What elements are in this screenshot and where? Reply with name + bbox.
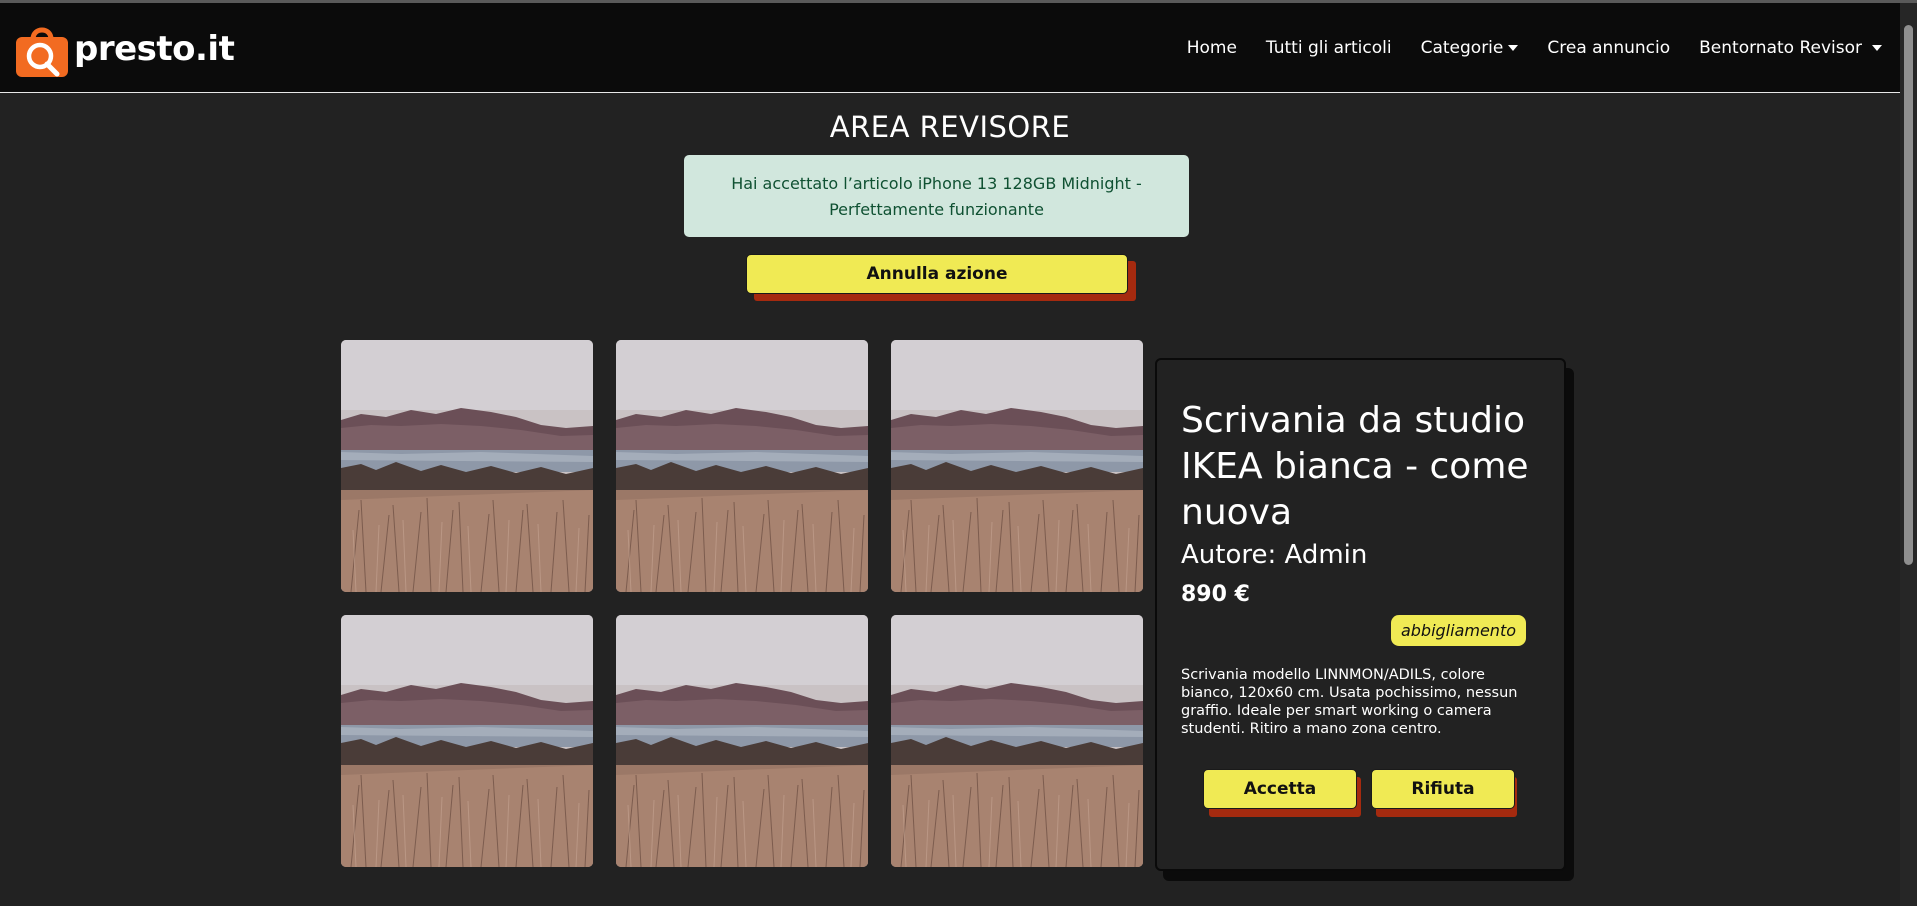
article-card: Scrivania da studio IKEA bianca - come n… (1155, 358, 1566, 871)
nav-categories-label: Categorie (1420, 37, 1504, 58)
scrollbar-thumb[interactable] (1904, 25, 1913, 565)
gallery-image (616, 340, 868, 592)
page-scrollbar[interactable] (1900, 3, 1917, 906)
article-author: Autore: Admin (1181, 540, 1368, 570)
nav-all-articles[interactable]: Tutti gli articoli (1266, 38, 1392, 58)
nav-create-listing[interactable]: Crea annuncio (1547, 38, 1670, 58)
success-alert: Hai accettato l’articolo iPhone 13 128GB… (684, 155, 1189, 237)
article-title: Scrivania da studio IKEA bianca - come n… (1181, 400, 1529, 533)
accept-button[interactable]: Accetta (1203, 769, 1357, 809)
navbar: presto.it Home Tutti gli articoli Catego… (0, 3, 1900, 93)
gallery-image (616, 615, 868, 867)
nav-home[interactable]: Home (1187, 38, 1237, 58)
nav-categories-dropdown[interactable]: Categorie (1421, 38, 1519, 58)
page-title: AREA REVISORE (829, 110, 1071, 144)
brand-name: presto.it (74, 29, 235, 69)
gallery-image (891, 615, 1143, 867)
caret-down-icon (1872, 44, 1882, 51)
nav-links: Home Tutti gli articoli Categorie Crea a… (1158, 3, 1882, 92)
caret-down-icon (1508, 44, 1519, 51)
article-description: Scrivania modello LINNMON/ADILS, colore … (1181, 667, 1518, 737)
gallery-image (341, 340, 593, 592)
gallery-image (341, 615, 593, 867)
shopping-bag-search-icon (16, 27, 68, 77)
category-badge[interactable]: abbigliamento (1390, 615, 1526, 646)
reject-button[interactable]: Rifiuta (1371, 769, 1515, 809)
nav-user-dropdown[interactable]: Bentornato Revisor (1699, 38, 1882, 58)
undo-button[interactable]: Annulla azione (746, 254, 1128, 294)
article-price: 890 € (1181, 582, 1250, 607)
gallery-image (891, 340, 1143, 592)
brand-logo[interactable]: presto.it (14, 19, 235, 79)
nav-user-label: Bentornato Revisor (1699, 37, 1862, 58)
